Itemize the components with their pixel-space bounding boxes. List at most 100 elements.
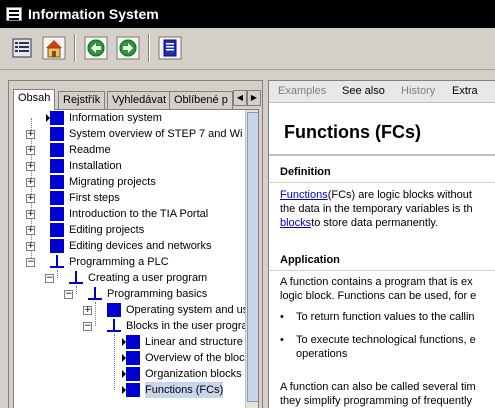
tree-scrollbar[interactable] — [245, 110, 258, 408]
back-button[interactable] — [84, 36, 108, 60]
tree-item-label: Functions (FCs) — [145, 382, 224, 398]
tree-item-label: Editing projects — [69, 224, 145, 236]
topic-page-icon — [46, 111, 64, 125]
tree-item-label: Operating system and us — [126, 304, 249, 316]
tab-scroll-left-icon[interactable]: ◀ — [233, 90, 247, 106]
app-icon — [6, 7, 22, 21]
tree-item[interactable]: − Programming basics — [14, 286, 244, 302]
functions-link[interactable]: Functions — [280, 189, 328, 201]
print-button[interactable] — [158, 36, 182, 60]
tree-scroll-thumb[interactable] — [247, 112, 258, 402]
tree-item[interactable]: + Operating system and us — [14, 302, 248, 318]
tree-item-label: First steps — [69, 192, 120, 204]
tree-item-label: Blocks in the user progra — [126, 320, 248, 332]
page-title: Functions (FCs) — [284, 122, 421, 142]
open-book-icon — [69, 270, 83, 285]
tab-scroll-right-icon[interactable]: ▶ — [247, 90, 261, 106]
tree-item-label: Introduction to the TIA Portal — [69, 208, 209, 220]
toolbar — [0, 28, 495, 70]
tree-item-label: Installation — [69, 160, 122, 172]
tab-see-also[interactable]: See also — [342, 85, 385, 97]
tree-item-label: Information system — [69, 112, 162, 124]
tree-item[interactable]: − Programming a PLC — [14, 254, 244, 270]
collapse-icon[interactable]: − — [26, 258, 35, 267]
article-content: Functions (FCs) Definition Functions(FCs… — [269, 104, 495, 408]
tree-item[interactable]: + Installation — [14, 158, 244, 174]
expand-icon[interactable]: + — [26, 178, 35, 187]
expand-icon[interactable]: + — [26, 146, 35, 155]
tree-item[interactable]: + First steps — [14, 190, 244, 206]
tree-item[interactable]: + Migrating projects — [14, 174, 244, 190]
expand-icon[interactable]: + — [26, 210, 35, 219]
closed-book-icon — [50, 223, 64, 237]
bullet-continuation: operations — [296, 348, 348, 360]
closed-book-icon — [107, 303, 121, 317]
collapse-icon[interactable]: − — [45, 274, 54, 283]
expand-icon[interactable]: + — [26, 130, 35, 139]
contents-icon — [12, 38, 32, 58]
back-icon — [84, 36, 108, 60]
tree-item-label: Editing devices and networks — [69, 240, 212, 252]
bullet-icon: • — [280, 334, 284, 346]
expand-icon[interactable]: + — [26, 242, 35, 251]
tree-item-label: Organization blocks — [145, 368, 242, 380]
tree-item[interactable]: + Readme — [14, 142, 244, 158]
tree-item[interactable]: Overview of the bloc — [14, 350, 245, 366]
tree-item-label: Linear and structure — [145, 336, 243, 348]
extra-line-1: A function can also be called several ti… — [280, 381, 476, 393]
title-bar: Information System — [0, 0, 495, 28]
collapse-icon[interactable]: − — [64, 290, 73, 299]
closed-book-icon — [50, 239, 64, 253]
tree-item-label: System overview of STEP 7 and Wi — [69, 128, 243, 140]
collapse-icon[interactable]: − — [83, 322, 92, 331]
tree-item[interactable]: + Editing projects — [14, 222, 244, 238]
tab-history[interactable]: History — [401, 85, 435, 97]
tree-item-label: Readme — [69, 144, 111, 156]
tree-item[interactable]: Linear and structure — [14, 334, 244, 350]
expand-icon[interactable]: + — [26, 162, 35, 171]
closed-book-icon — [50, 143, 64, 157]
tab-extra[interactable]: Extra — [452, 85, 478, 97]
tab-scroll-buttons: ◀ ▶ — [233, 90, 261, 106]
tree-item[interactable]: − Creating a user program — [14, 270, 244, 286]
tree-item-label: Creating a user program — [88, 272, 208, 284]
tree-item[interactable]: + Editing devices and networks — [14, 238, 244, 254]
open-book-icon — [88, 286, 102, 301]
topic-page-icon — [122, 367, 140, 381]
home-button[interactable] — [42, 36, 66, 60]
tree-item-label: Programming a PLC — [69, 256, 169, 268]
tree-item-label: Programming basics — [107, 288, 208, 300]
tree-item[interactable]: Functions (FCs) — [14, 382, 244, 398]
definition-line-2: the data in the temporary variables is t… — [280, 203, 473, 215]
window-title: Information System — [28, 6, 159, 22]
contents-button[interactable] — [10, 36, 34, 60]
tab-vyhledavat[interactable]: Vyhledávat — [107, 91, 172, 109]
tab-examples[interactable]: Examples — [278, 85, 326, 97]
definition-line-3: blocksto store data permanently. — [280, 217, 439, 229]
nav-tabs: Obsah Rejstřík Vyhledávat Oblíbené p ◀ ▶ — [13, 89, 261, 110]
tab-obsah[interactable]: Obsah — [13, 89, 56, 110]
closed-book-icon — [50, 191, 64, 205]
home-icon — [42, 36, 66, 60]
expand-icon[interactable]: + — [26, 194, 35, 203]
definition-line-1: Functions(FCs) are logic blocks without — [280, 189, 472, 201]
tree-item[interactable]: + Introduction to the TIA Portal — [14, 206, 244, 222]
tree-item[interactable]: Information system — [14, 110, 244, 126]
expand-icon[interactable]: + — [83, 306, 92, 315]
bullet-icon: • — [280, 311, 284, 323]
tree-item[interactable]: − Blocks in the user progra — [14, 318, 248, 334]
closed-book-icon — [50, 159, 64, 173]
open-book-icon — [50, 254, 64, 269]
closed-book-icon — [50, 175, 64, 189]
expand-icon[interactable]: + — [26, 226, 35, 235]
forward-button[interactable] — [116, 36, 140, 60]
topic-page-icon — [122, 335, 140, 349]
blocks-link[interactable]: blocks — [280, 217, 311, 229]
tree-item[interactable]: Organization blocks — [14, 366, 244, 382]
topic-tabs: Examples See also History Extra — [269, 81, 495, 103]
tab-rejstrik[interactable]: Rejstřík — [58, 91, 106, 109]
tab-oblibene[interactable]: Oblíbené p — [169, 91, 233, 109]
application-heading: Application — [280, 254, 340, 266]
tree-item[interactable]: + System overview of STEP 7 and Wi — [14, 126, 244, 142]
title-divider — [269, 154, 495, 156]
